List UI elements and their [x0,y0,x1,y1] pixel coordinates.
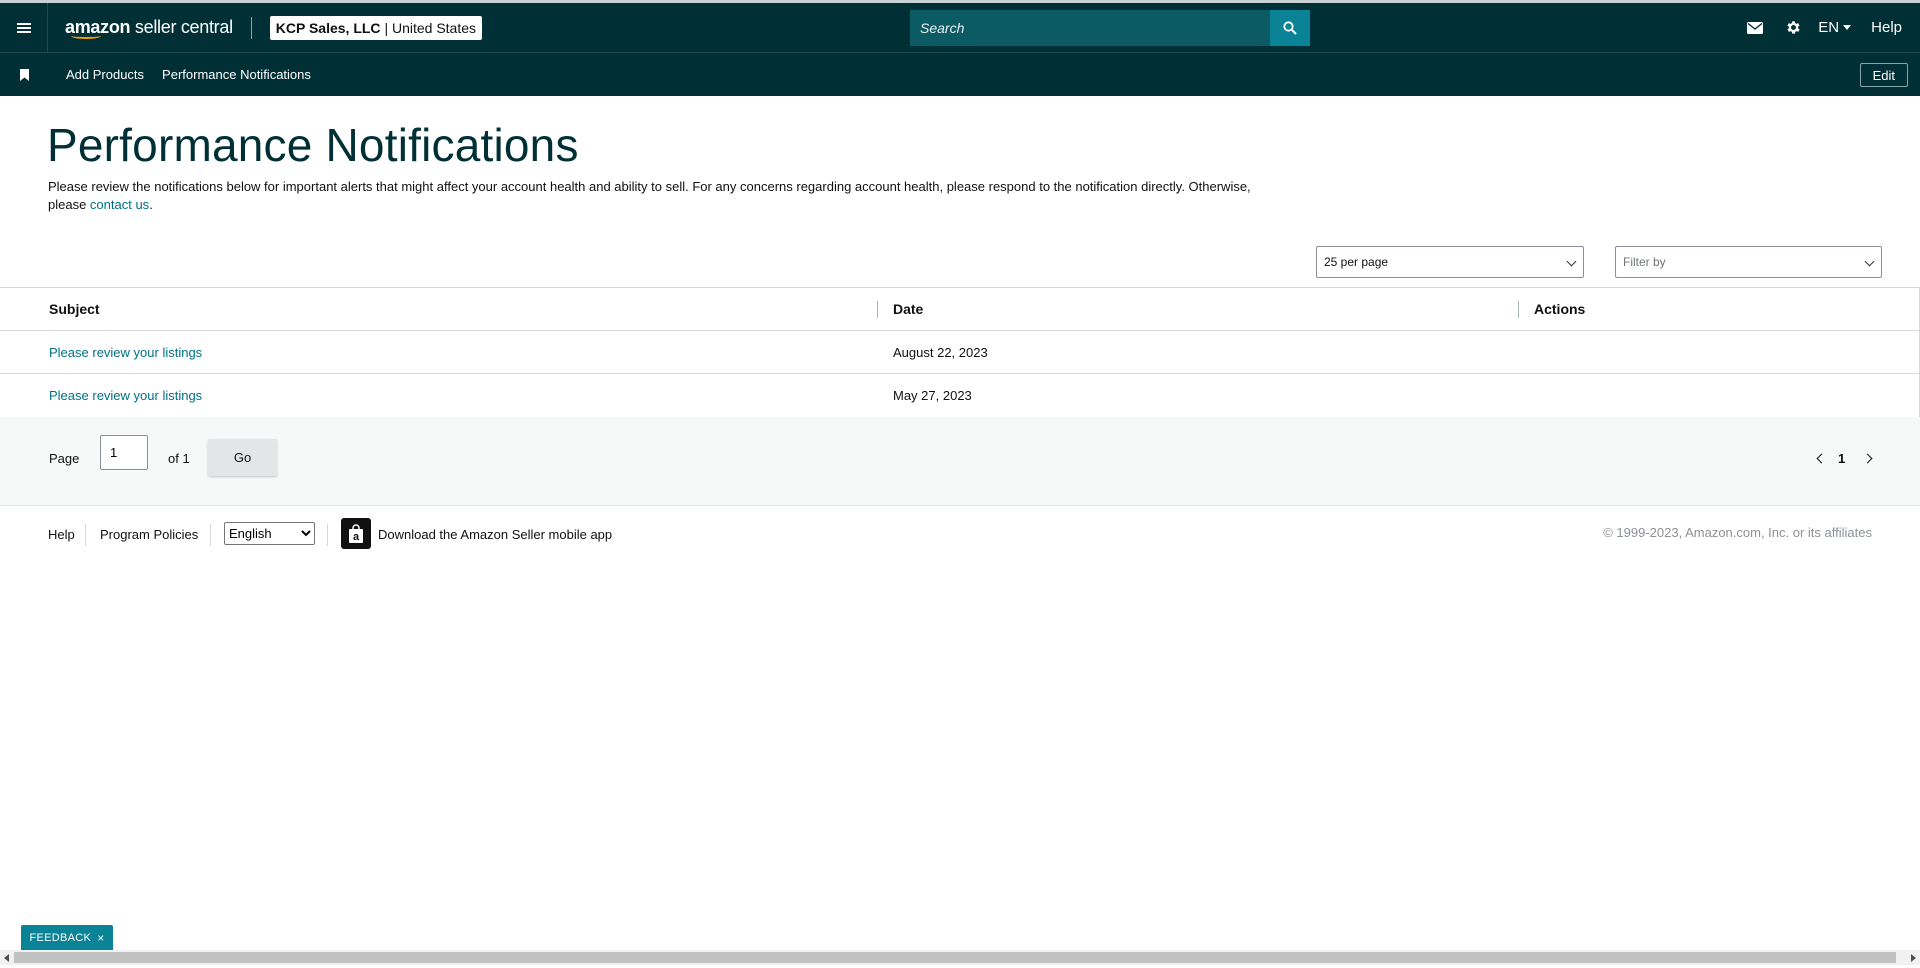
account-switcher[interactable]: KCP Sales, LLC | United States [269,15,483,40]
help-link[interactable]: Help [1871,19,1902,36]
menu-button[interactable] [0,3,48,52]
copyright-text: © 1999-2023, Amazon.com, Inc. or its aff… [1603,525,1872,540]
notification-date: August 22, 2023 [893,344,988,360]
mail-icon [1747,21,1764,34]
nav-divider [250,16,252,39]
messages-button[interactable] [1736,21,1774,34]
bookmark-bar: Add Products Performance Notifications E… [0,52,1920,96]
description-text: Please review the notifications below fo… [48,179,1251,212]
chevron-right-icon[interactable] [1862,453,1873,464]
notifications-table: Subject Date Actions Please review your … [0,287,1920,418]
account-name: KCP Sales, LLC [275,19,381,36]
language-selector[interactable]: EN [1818,19,1852,36]
feedback-tab[interactable]: FEEDBACK × [21,925,113,950]
per-page-dropdown[interactable]: 25 per page [1316,246,1584,278]
column-header-date[interactable]: Date [893,301,923,317]
contact-us-link[interactable]: contact us [90,197,149,212]
column-header-actions: Actions [1534,301,1586,317]
page-title: Performance Notifications [47,119,579,171]
menu-icon [16,22,31,33]
footer-help-link[interactable]: Help [48,527,75,542]
table-header-row: Subject Date Actions [0,288,1920,331]
chevron-down-icon [1566,256,1577,267]
current-page-number[interactable]: 1 [1838,451,1845,466]
footer-divider [327,524,328,546]
chevron-down-icon [1864,256,1875,267]
language-label: EN [1818,19,1840,36]
horizontal-scrollbar[interactable] [0,950,1920,965]
subnav-item-add-products[interactable]: Add Products [66,67,144,82]
svg-text:a: a [353,531,360,543]
column-divider [877,301,878,318]
footer-divider [210,524,211,546]
bookmarks-button[interactable] [0,68,48,81]
chevron-left-icon[interactable] [1816,453,1827,464]
page-description: Please review the notifications below fo… [48,178,1278,214]
notification-subject-link[interactable]: Please review your listings [49,345,202,360]
page-number-input[interactable] [100,435,148,470]
nav-right-group: EN Help [1736,3,1902,52]
page-label: Page [49,451,80,466]
notification-subject-link[interactable]: Please review your listings [49,388,202,403]
logo-product: seller central [134,16,233,37]
scrollbar-thumb[interactable] [14,952,1896,963]
amazon-app-icon[interactable]: a [341,518,371,549]
search-input[interactable] [910,10,1270,46]
search-icon [1283,21,1297,35]
subnav-item-performance-notifications[interactable]: Performance Notifications [162,67,311,82]
bookmark-icon [19,68,29,81]
logo-smile-icon [71,33,101,39]
scroll-right-icon[interactable] [1911,954,1916,962]
table-row: Please review your listings August 22, 2… [0,331,1920,374]
pagination-bar: Page of 1 Go 1 [0,417,1920,506]
settings-button[interactable] [1774,19,1812,36]
page-total-label: of 1 [168,451,190,466]
close-icon[interactable]: × [97,931,104,945]
filter-placeholder: Filter by [1623,255,1666,269]
account-region: | United States [384,19,477,36]
notification-date: May 27, 2023 [893,388,972,403]
footer-language-select[interactable]: English [224,522,315,545]
search-button[interactable] [1270,10,1310,46]
scroll-left-icon[interactable] [4,954,9,962]
download-app-link[interactable]: Download the Amazon Seller mobile app [378,527,612,542]
shopping-bag-icon: a [349,523,363,543]
search-bar [910,10,1310,46]
edit-bookmarks-button[interactable]: Edit [1859,63,1908,87]
description-end: . [149,197,153,212]
go-button[interactable]: Go [208,439,277,476]
filter-dropdown[interactable]: Filter by [1615,246,1882,278]
column-divider [1518,301,1519,318]
feedback-label: FEEDBACK [29,931,92,944]
per-page-value: 25 per page [1324,255,1389,269]
seller-central-logo[interactable]: amazon seller central [65,17,233,39]
gear-icon [1787,21,1800,34]
page-footer: Help Program Policies English a Download… [0,518,1920,562]
top-navigation-bar: amazon seller central KCP Sales, LLC | U… [0,0,1920,52]
chevron-down-icon [1843,25,1852,30]
table-row: Please review your listings May 27, 2023 [0,374,1920,417]
footer-program-policies-link[interactable]: Program Policies [100,527,198,542]
footer-divider [85,524,86,546]
column-header-subject[interactable]: Subject [49,301,100,317]
